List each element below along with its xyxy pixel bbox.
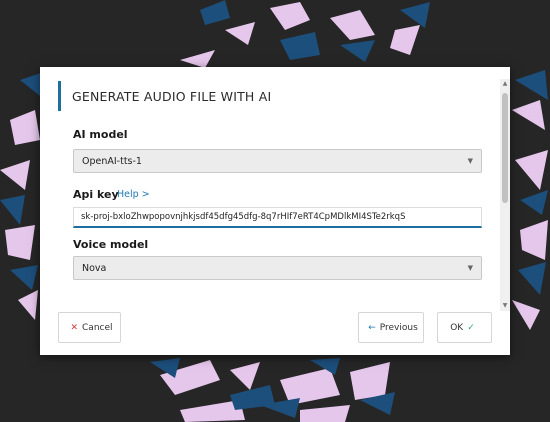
arrow-left-icon: ← [368, 322, 376, 333]
previous-button[interactable]: ← Previous [358, 312, 424, 343]
ai-model-select[interactable]: OpenAI-tts-1 ▼ [73, 149, 482, 173]
generate-audio-dialog: GENERATE AUDIO FILE WITH AI AI model Ope… [40, 67, 510, 355]
dialog-title: GENERATE AUDIO FILE WITH AI [72, 88, 272, 104]
scrollbar-thumb[interactable] [502, 93, 508, 203]
ok-button-label: OK [450, 322, 464, 333]
voice-model-label: Voice model [73, 238, 149, 251]
api-key-label: Api key [73, 188, 119, 201]
chevron-down-icon: ▼ [467, 157, 473, 165]
api-key-input[interactable] [73, 207, 482, 228]
dialog-header: GENERATE AUDIO FILE WITH AI [58, 81, 271, 111]
voice-model-value: Nova [82, 262, 107, 274]
help-link[interactable]: Help > [117, 189, 150, 200]
cancel-button-label: Cancel [82, 322, 113, 333]
ai-model-label: AI model [73, 128, 128, 141]
close-icon: ✕ [70, 322, 79, 333]
ok-button[interactable]: OK ✓ [437, 312, 492, 343]
chevron-down-icon: ▼ [467, 264, 473, 272]
voice-model-select[interactable]: Nova ▼ [73, 256, 482, 280]
previous-button-label: Previous [379, 322, 418, 333]
ai-model-value: OpenAI-tts-1 [82, 155, 142, 167]
cancel-button[interactable]: ✕ Cancel [58, 312, 121, 343]
scroll-up-icon[interactable]: ▲ [500, 79, 510, 89]
scroll-down-icon[interactable]: ▼ [500, 301, 510, 311]
dialog-scrollbar[interactable]: ▲ ▼ [500, 79, 510, 311]
check-icon: ✓ [467, 322, 475, 333]
